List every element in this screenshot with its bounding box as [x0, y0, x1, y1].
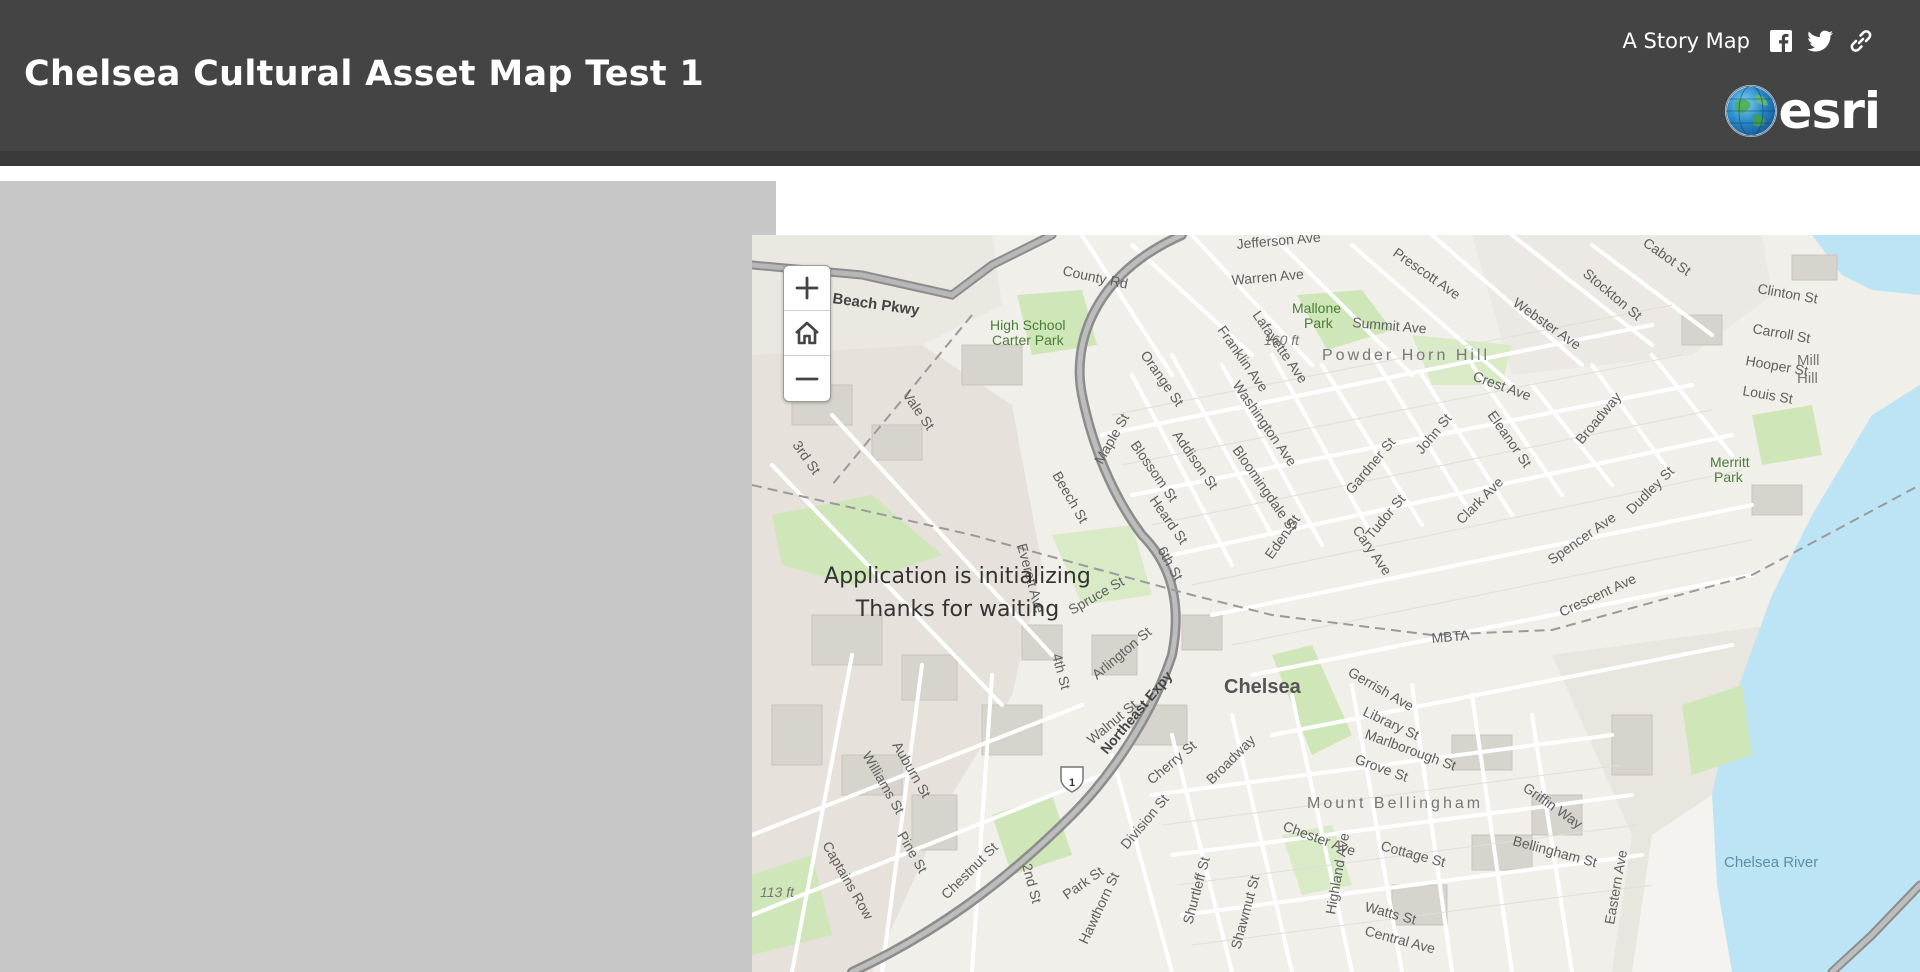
- twitter-icon[interactable]: [1808, 28, 1834, 54]
- svg-text:Powder Horn Hill: Powder Horn Hill: [1322, 347, 1490, 364]
- zoom-control: [783, 265, 831, 402]
- globe-icon: [1724, 85, 1777, 137]
- svg-text:Mallone: Mallone: [1292, 300, 1341, 316]
- svg-text:113 ft: 113 ft: [760, 884, 795, 900]
- esri-wordmark: esri: [1778, 82, 1881, 140]
- minus-icon: [795, 377, 819, 380]
- svg-text:1: 1: [1069, 777, 1075, 789]
- svg-text:Mill: Mill: [1797, 352, 1820, 369]
- svg-text:Hill: Hill: [1797, 370, 1818, 387]
- home-icon: [795, 321, 819, 345]
- loading-line-1: Application is initializing: [824, 564, 1091, 589]
- svg-text:Mount Bellingham: Mount Bellingham: [1307, 795, 1483, 812]
- side-panel: [0, 181, 776, 972]
- svg-text:MBTA: MBTA: [1431, 627, 1471, 646]
- svg-text:High School: High School: [990, 317, 1066, 333]
- svg-text:Park: Park: [1714, 469, 1744, 485]
- svg-text:Chelsea: Chelsea: [1224, 676, 1302, 698]
- svg-text:Chelsea River: Chelsea River: [1724, 854, 1818, 871]
- header-share-bar: A Story Map: [1622, 28, 1874, 54]
- svg-text:Merritt: Merritt: [1710, 454, 1750, 470]
- zoom-out-button[interactable]: [784, 356, 830, 401]
- zoom-in-button[interactable]: [784, 266, 830, 311]
- link-icon[interactable]: [1848, 28, 1874, 54]
- story-map-link[interactable]: A Story Map: [1622, 29, 1750, 53]
- map-title-strip: [776, 181, 1920, 235]
- home-button[interactable]: [784, 311, 830, 356]
- facebook-icon[interactable]: [1768, 28, 1794, 54]
- app-header: Chelsea Cultural Asset Map Test 1 A Stor…: [0, 0, 1920, 166]
- loading-line-2: Thanks for waiting: [855, 597, 1060, 622]
- svg-text:Carter Park: Carter Park: [992, 332, 1065, 348]
- page-title: Chelsea Cultural Asset Map Test 1: [24, 54, 705, 94]
- plus-icon: [795, 276, 819, 300]
- esri-logo[interactable]: esri: [1724, 82, 1881, 140]
- loading-message: Application is initializing Thanks for w…: [820, 560, 1095, 626]
- svg-text:Park: Park: [1304, 315, 1334, 331]
